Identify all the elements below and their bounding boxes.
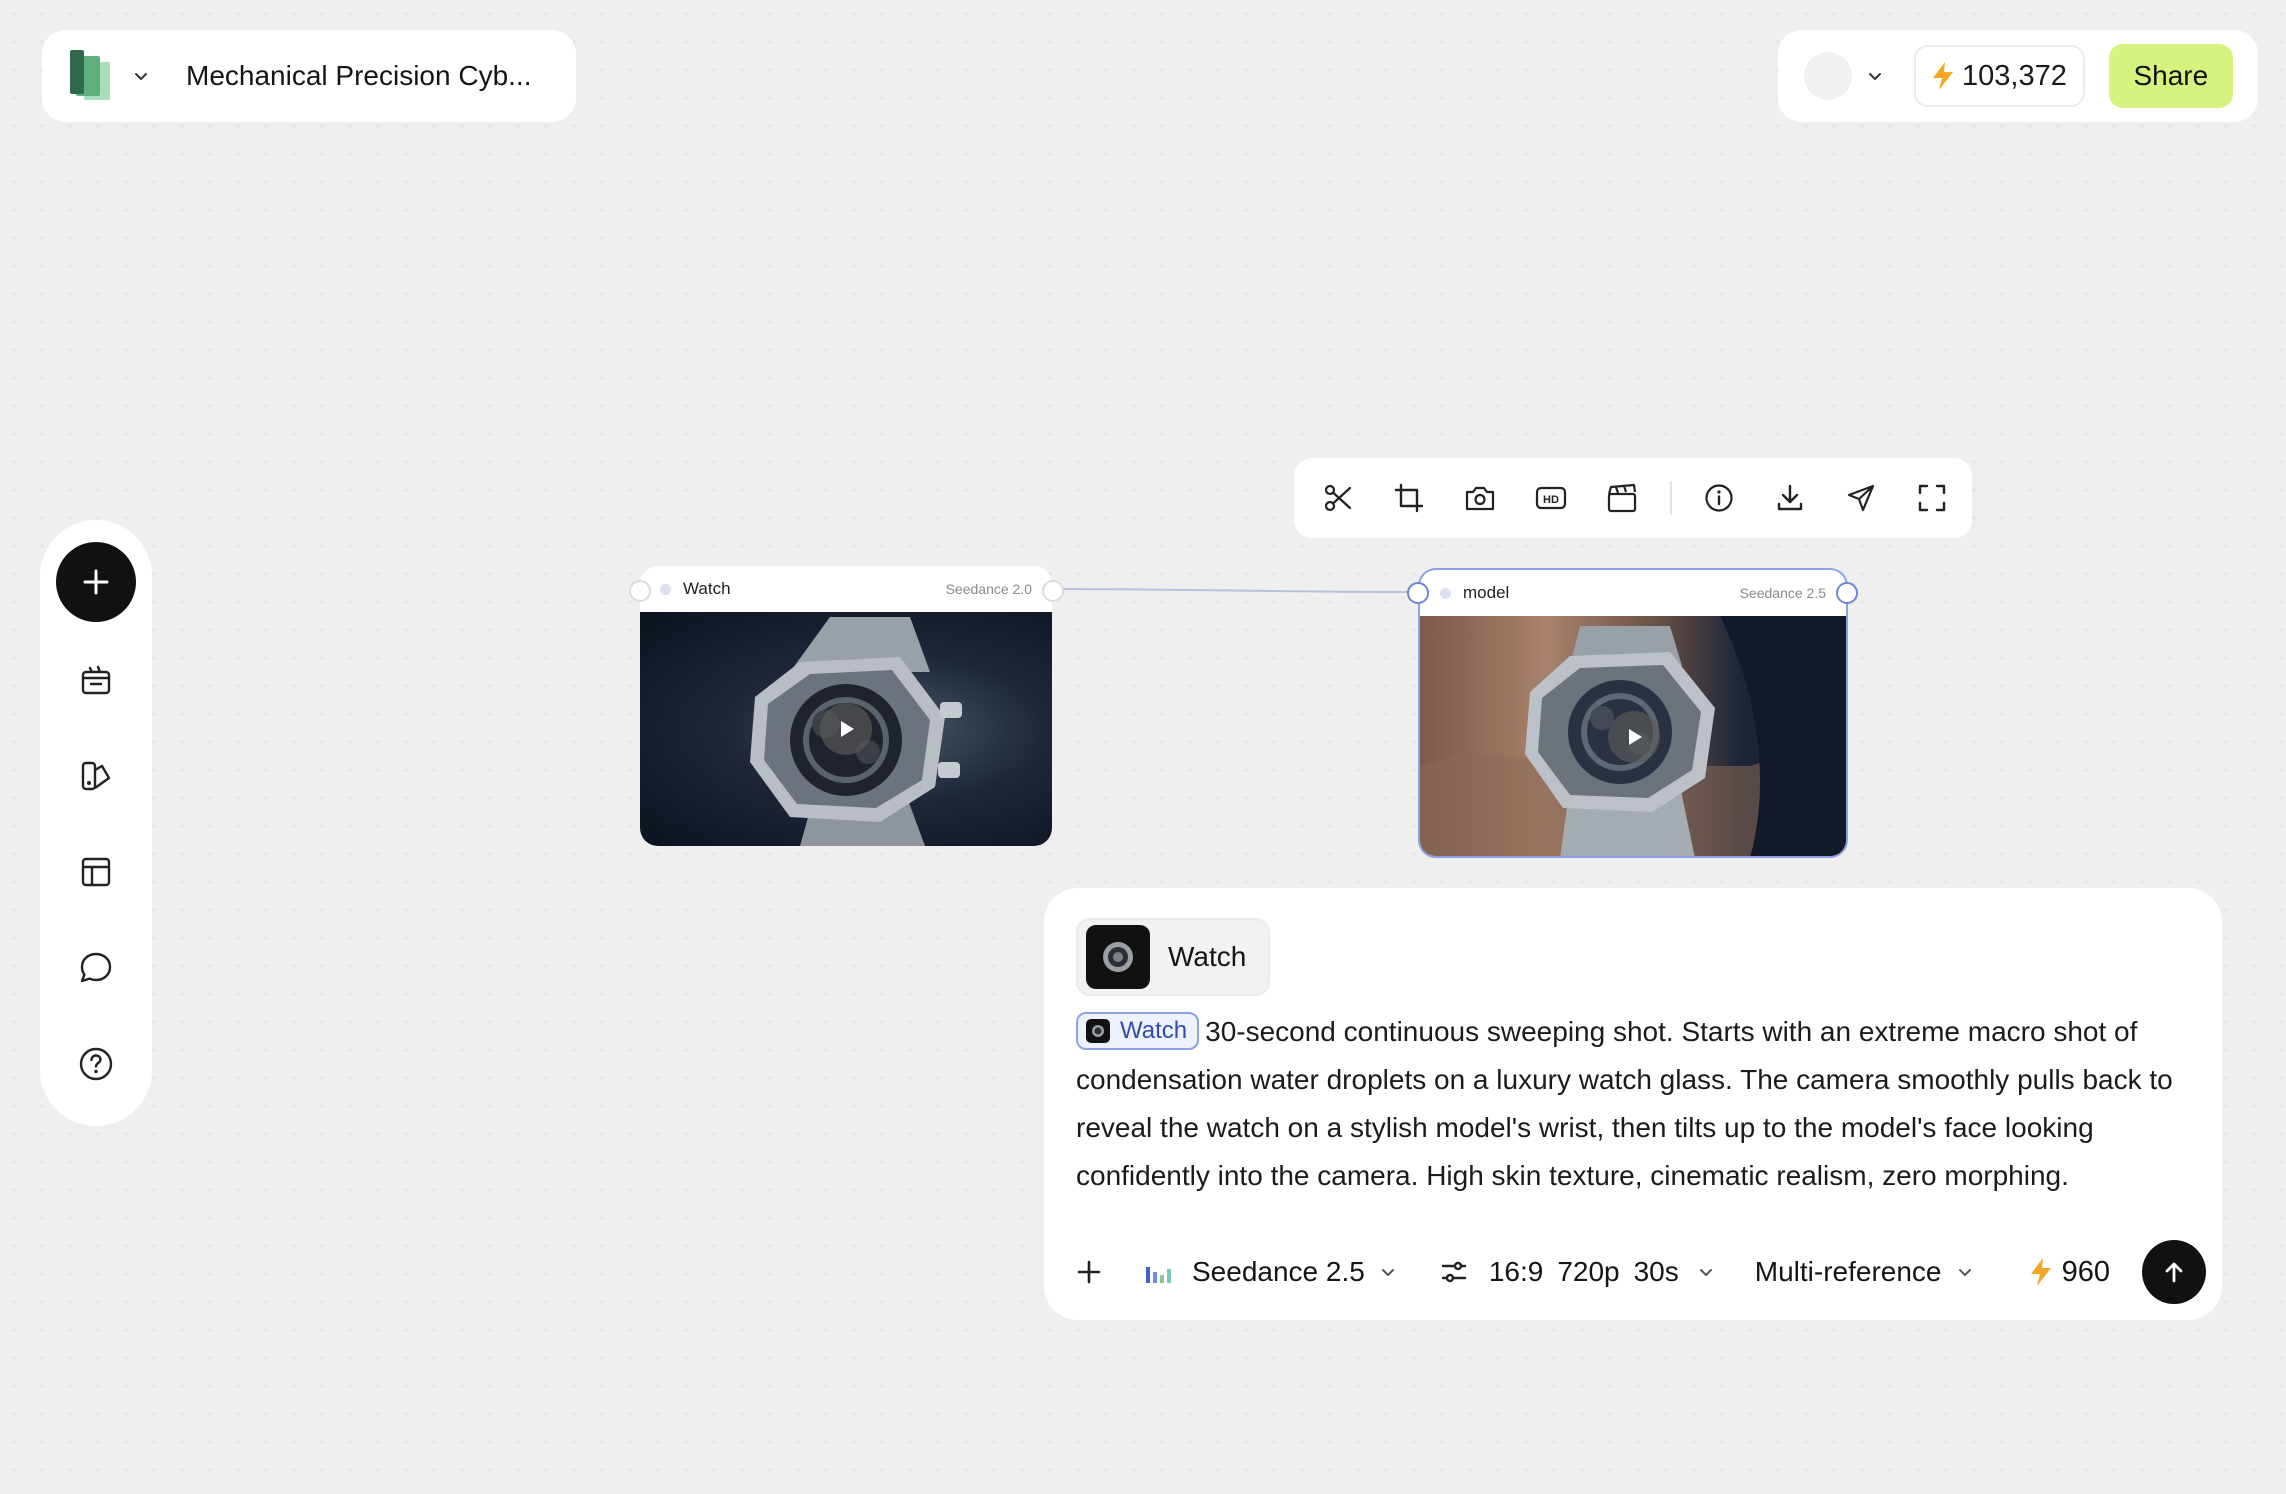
reference-mode-label: Multi-reference xyxy=(1754,1256,1942,1287)
app-logo xyxy=(68,50,112,102)
node-input-port[interactable] xyxy=(1407,582,1429,604)
plus-icon xyxy=(83,569,109,595)
reference-thumbnail xyxy=(1086,925,1150,989)
project-switcher[interactable]: Mechanical Precision Cyb... xyxy=(42,30,576,122)
help-circle-icon xyxy=(79,1047,113,1081)
inline-reference-tag[interactable]: Watch xyxy=(1076,1011,1200,1050)
lightning-icon xyxy=(1930,61,1962,91)
reference-label: Watch xyxy=(1168,941,1247,972)
video-settings-selector[interactable]: 16:9 720p 30s xyxy=(1439,1256,1715,1288)
model-label: Seedance 2.5 xyxy=(1192,1256,1365,1287)
share-button[interactable]: Share xyxy=(2108,44,2233,108)
fullscreen-icon xyxy=(1919,484,1946,512)
prompt-text: 30-second continuous sweeping shot. Star… xyxy=(1076,1016,2173,1191)
download-button[interactable] xyxy=(1771,478,1810,518)
prompt-panel: Watch Watch 30-second continuous sweepin… xyxy=(1044,888,2222,1320)
video-node-model[interactable]: model Seedance 2.5 xyxy=(1418,568,1848,858)
project-title[interactable]: Mechanical Precision Cyb... xyxy=(186,60,531,92)
submit-button[interactable] xyxy=(2142,1240,2206,1304)
info-icon xyxy=(1705,484,1733,512)
resolution-value: 720p xyxy=(1557,1256,1620,1287)
arrow-up-icon xyxy=(2165,1262,2183,1283)
play-button[interactable] xyxy=(820,703,872,755)
add-attachment-button[interactable] xyxy=(1074,1257,1104,1287)
fullscreen-button[interactable] xyxy=(1913,478,1952,518)
chevron-down-icon xyxy=(1699,1269,1712,1276)
download-icon xyxy=(1777,484,1803,511)
reference-chip[interactable]: Watch xyxy=(1076,918,1271,996)
send-button[interactable] xyxy=(1842,478,1881,518)
play-button[interactable] xyxy=(1608,711,1660,763)
sliders-icon xyxy=(1441,1261,1467,1283)
aspect-ratio-value: 16:9 xyxy=(1488,1256,1544,1287)
chevron-down-icon[interactable] xyxy=(1866,67,1884,85)
sidebar-item-styles[interactable] xyxy=(76,756,116,796)
toolbar-divider xyxy=(1669,481,1672,515)
node-title: model xyxy=(1463,583,1510,602)
chevron-down-icon xyxy=(1958,1269,1971,1276)
play-icon xyxy=(1629,729,1642,745)
crop-icon xyxy=(1394,483,1423,513)
play-icon xyxy=(841,721,854,737)
clapperboard-icon xyxy=(1607,483,1637,513)
inline-tag-label: Watch xyxy=(1120,1016,1188,1044)
generation-cost: 960 xyxy=(2028,1256,2110,1289)
prompt-controls: Seedance 2.5 16:9 720p 30s Multi-referen… xyxy=(1074,1240,2206,1304)
info-button[interactable] xyxy=(1700,478,1739,518)
video-node-watch[interactable]: Watch Seedance 2.0 xyxy=(640,566,1052,846)
credits-badge[interactable]: 103,372 xyxy=(1914,45,2085,107)
plus-icon xyxy=(1077,1260,1101,1284)
reference-mode-selector[interactable]: Multi-reference xyxy=(1755,1256,1974,1288)
chat-bubble-icon xyxy=(80,952,112,983)
cut-button[interactable] xyxy=(1318,478,1357,518)
chevron-down-icon xyxy=(1381,1269,1394,1276)
model-selector[interactable]: Seedance 2.5 xyxy=(1144,1256,1397,1288)
node-header: Watch Seedance 2.0 xyxy=(640,566,1052,612)
node-output-port[interactable] xyxy=(1836,582,1858,604)
left-sidebar xyxy=(40,520,152,1126)
video-thumbnail[interactable] xyxy=(1420,616,1846,856)
palette-swatch-icon xyxy=(81,761,111,791)
cost-value: 960 xyxy=(2061,1255,2110,1288)
svg-text:HD: HD xyxy=(1543,494,1559,506)
node-output-port[interactable] xyxy=(1042,580,1064,602)
avatar[interactable] xyxy=(1804,52,1852,100)
bar-chart-icon xyxy=(1146,1267,1171,1283)
status-dot xyxy=(660,583,671,595)
status-dot xyxy=(1440,587,1451,599)
top-right-bar: 103,372 Share xyxy=(1778,30,2258,122)
node-model: Seedance 2.5 xyxy=(1739,585,1826,601)
node-header: model Seedance 2.5 xyxy=(1420,570,1846,616)
tag-thumbnail xyxy=(1086,1018,1110,1043)
node-model: Seedance 2.0 xyxy=(945,581,1032,597)
layout-icon xyxy=(81,857,111,887)
prompt-editor[interactable]: Watch 30-second continuous sweeping shot… xyxy=(1076,1008,2186,1200)
camera-icon xyxy=(1465,486,1494,511)
hd-icon: HD xyxy=(1535,486,1566,510)
sidebar-item-assets[interactable] xyxy=(76,660,116,700)
upscale-hd-button[interactable]: HD xyxy=(1531,478,1570,518)
node-title: Watch xyxy=(683,579,731,598)
send-icon xyxy=(1848,484,1875,512)
snapshot-button[interactable] xyxy=(1460,478,1499,518)
node-connector xyxy=(1051,588,1419,593)
sidebar-item-chat[interactable] xyxy=(76,948,116,988)
chevron-down-icon[interactable] xyxy=(132,67,150,85)
lightning-icon xyxy=(2030,1258,2051,1286)
sidebar-item-templates[interactable] xyxy=(76,852,116,892)
media-toolbar: HD xyxy=(1294,458,1972,538)
add-button[interactable] xyxy=(56,542,136,622)
credits-value: 103,372 xyxy=(1962,59,2067,92)
crop-button[interactable] xyxy=(1389,478,1428,518)
video-thumbnail[interactable] xyxy=(640,612,1052,846)
scissors-icon xyxy=(1324,484,1351,512)
sidebar-item-help[interactable] xyxy=(76,1044,116,1084)
clapperboard-calendar-icon xyxy=(81,665,111,695)
node-input-port[interactable] xyxy=(629,580,651,602)
duration-value: 30s xyxy=(1633,1256,1679,1287)
scene-button[interactable] xyxy=(1602,478,1641,518)
